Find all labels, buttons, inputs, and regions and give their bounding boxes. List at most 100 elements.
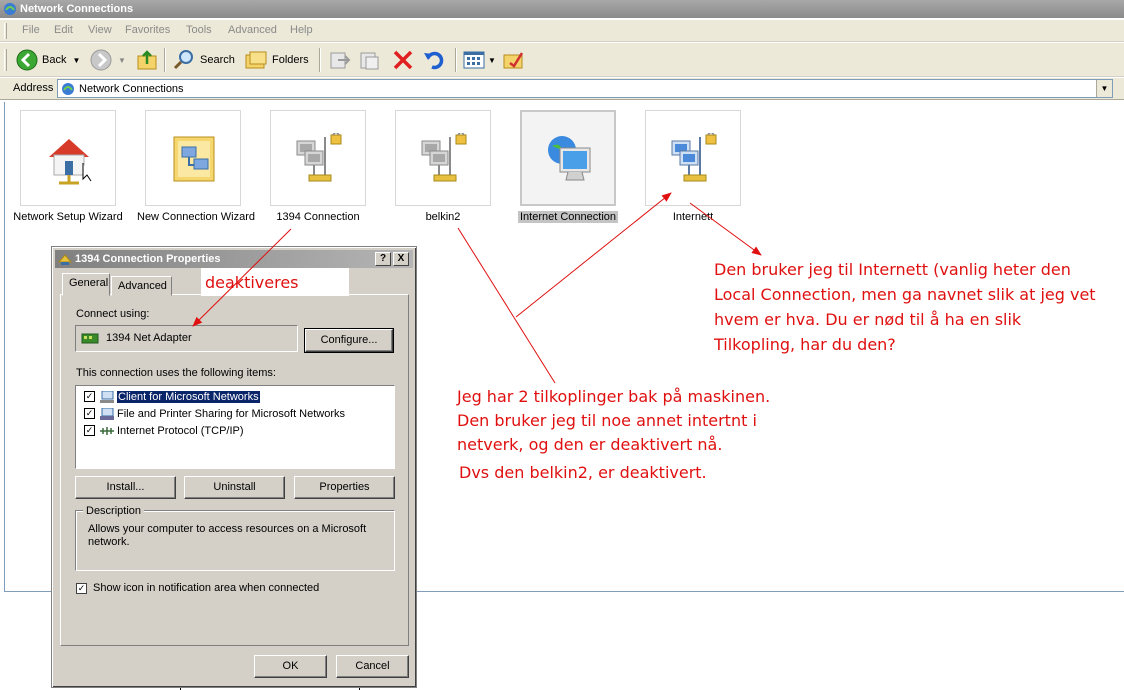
list-item[interactable]: ✓ Internet Protocol (TCP/IP) bbox=[84, 423, 244, 438]
connection-name: Internet Connection bbox=[517, 211, 618, 223]
connection-tile[interactable] bbox=[520, 110, 616, 206]
connection-tile[interactable] bbox=[645, 110, 741, 206]
search-button[interactable]: Search bbox=[172, 47, 235, 73]
dialog-title: 1394 Connection Properties bbox=[75, 253, 221, 265]
network-connections-icon bbox=[62, 83, 74, 95]
menu-bar: File Edit View Favorites Tools Advanced … bbox=[0, 20, 1124, 42]
move-to-icon bbox=[330, 52, 351, 69]
item-checkbox[interactable]: ✓ bbox=[84, 391, 95, 402]
annotation-belkin-line-2: Den bruker jeg til noe annet intertnt i bbox=[457, 411, 757, 430]
new-connection-wizard-icon bbox=[173, 136, 215, 182]
views-dropdown-icon[interactable]: ▼ bbox=[488, 56, 496, 65]
forward-dropdown-icon[interactable]: ▼ bbox=[118, 56, 126, 65]
connection-internett[interactable]: Internett bbox=[637, 110, 749, 223]
connection-name: belkin2 bbox=[425, 211, 461, 223]
annotation-belkin-line-3: netverk, og den er deaktivert nå. bbox=[457, 435, 723, 454]
up-folder-icon bbox=[137, 50, 157, 70]
cancel-button[interactable]: Cancel bbox=[336, 655, 409, 678]
folders-button[interactable]: Folders bbox=[244, 47, 309, 73]
item-checkbox[interactable]: ✓ bbox=[84, 408, 95, 419]
connection-new-connection-wizard[interactable]: New Connection Wizard bbox=[137, 110, 255, 223]
title-bar: Network Connections bbox=[0, 0, 1124, 18]
configure-button[interactable]: Configure... bbox=[304, 328, 394, 353]
menu-view[interactable]: View bbox=[88, 24, 112, 36]
help-button[interactable]: ? bbox=[375, 252, 391, 266]
lan-connection-icon bbox=[296, 133, 342, 182]
description-line-2: network. bbox=[88, 536, 130, 548]
connection-tile[interactable] bbox=[270, 110, 366, 206]
connection-internet[interactable]: Internet Connection bbox=[512, 110, 624, 223]
uninstall-button[interactable]: Uninstall bbox=[184, 476, 285, 499]
lan-connection-icon bbox=[671, 133, 717, 182]
address-dropdown-icon[interactable]: ▼ bbox=[1096, 80, 1112, 97]
folders-label: Folders bbox=[272, 54, 309, 66]
copy-to-icon bbox=[360, 52, 379, 70]
menu-edit[interactable]: Edit bbox=[54, 24, 73, 36]
close-button[interactable]: X bbox=[393, 252, 409, 266]
lan-connection-icon bbox=[421, 133, 467, 182]
back-label: Back bbox=[42, 54, 67, 66]
views-button[interactable]: ▼ bbox=[462, 47, 496, 73]
address-bar: Address Network Connections ▼ bbox=[0, 78, 1124, 100]
address-input[interactable]: Network Connections ▼ bbox=[57, 79, 1113, 98]
connection-tile[interactable] bbox=[395, 110, 491, 206]
back-button[interactable]: Back ▼ bbox=[16, 47, 80, 73]
network-adapter-icon bbox=[81, 333, 99, 344]
description-label: Description bbox=[83, 505, 145, 517]
connection-belkin2[interactable]: belkin2 bbox=[387, 110, 499, 223]
annotation-internett-line-2: Local Connection, men ga navnet slik at … bbox=[714, 285, 1096, 304]
folders-icon bbox=[245, 51, 267, 69]
folder-options-icon bbox=[503, 52, 524, 69]
forward-arrow-icon bbox=[90, 49, 112, 71]
toolbar-separator bbox=[319, 48, 321, 72]
connection-tile[interactable] bbox=[145, 110, 241, 206]
properties-button[interactable]: Properties bbox=[294, 476, 395, 499]
annotation-belkin-line-4: Dvs den belkin2, er deaktivert. bbox=[459, 463, 707, 482]
internet-connection-icon bbox=[548, 136, 591, 181]
components-list[interactable]: ✓ Client for Microsoft Networks ✓ File a… bbox=[75, 385, 395, 469]
menu-file[interactable]: File bbox=[22, 24, 40, 36]
annotation-internett-line-1: Den bruker jeg til Internett (vanlig het… bbox=[714, 260, 1071, 279]
copy-to-button[interactable] bbox=[358, 47, 382, 73]
tab-general[interactable]: General bbox=[62, 273, 110, 296]
dialog-title-bar: 1394 Connection Properties ? X bbox=[55, 250, 413, 268]
item-checkbox[interactable]: ✓ bbox=[84, 425, 95, 436]
toolbar-grip bbox=[4, 49, 7, 71]
toolbar-separator bbox=[164, 48, 166, 72]
description-line-1: Allows your computer to access resources… bbox=[88, 523, 367, 535]
window-title: Network Connections bbox=[20, 3, 134, 15]
connection-network-setup-wizard[interactable]: Network Setup Wizard bbox=[12, 110, 124, 223]
connection-tile[interactable] bbox=[20, 110, 116, 206]
item-label: File and Printer Sharing for Microsoft N… bbox=[117, 407, 346, 420]
connection-1394[interactable]: 1394 Connection bbox=[262, 110, 374, 223]
list-item[interactable]: ✓ Client for Microsoft Networks bbox=[84, 389, 260, 404]
protocol-icon bbox=[100, 426, 114, 435]
search-label: Search bbox=[200, 54, 235, 66]
adapter-field: 1394 Net Adapter bbox=[75, 325, 298, 352]
forward-button[interactable]: ▼ bbox=[90, 47, 126, 73]
file-printer-sharing-icon bbox=[100, 407, 114, 420]
show-icon-label: Show icon in notification area when conn… bbox=[93, 582, 320, 594]
toolbar-separator bbox=[455, 48, 457, 72]
address-value: Network Connections bbox=[79, 83, 184, 95]
menu-tools[interactable]: Tools bbox=[186, 24, 212, 36]
ok-button[interactable]: OK bbox=[254, 655, 327, 678]
delete-button[interactable] bbox=[392, 47, 414, 73]
menu-favorites[interactable]: Favorites bbox=[125, 24, 170, 36]
install-button[interactable]: Install... bbox=[75, 476, 176, 499]
tab-advanced[interactable]: Advanced bbox=[111, 276, 172, 296]
up-folder-button[interactable] bbox=[136, 47, 158, 73]
back-dropdown-icon[interactable]: ▼ bbox=[72, 56, 80, 65]
connection-name: Network Setup Wizard bbox=[13, 211, 123, 223]
views-icon bbox=[463, 51, 485, 69]
show-icon-option[interactable]: ✓ Show icon in notification area when co… bbox=[76, 582, 319, 594]
move-to-button[interactable] bbox=[328, 47, 352, 73]
undo-button[interactable] bbox=[422, 47, 446, 73]
annotation-internett-line-4: Tilkopling, har du den? bbox=[714, 335, 896, 354]
menu-advanced[interactable]: Advanced bbox=[228, 24, 277, 36]
show-icon-checkbox[interactable]: ✓ bbox=[76, 582, 87, 594]
list-item[interactable]: ✓ File and Printer Sharing for Microsoft… bbox=[84, 406, 345, 421]
menu-help[interactable]: Help bbox=[290, 24, 313, 36]
item-label: Internet Protocol (TCP/IP) bbox=[117, 424, 244, 437]
folder-options-button[interactable] bbox=[502, 47, 526, 73]
